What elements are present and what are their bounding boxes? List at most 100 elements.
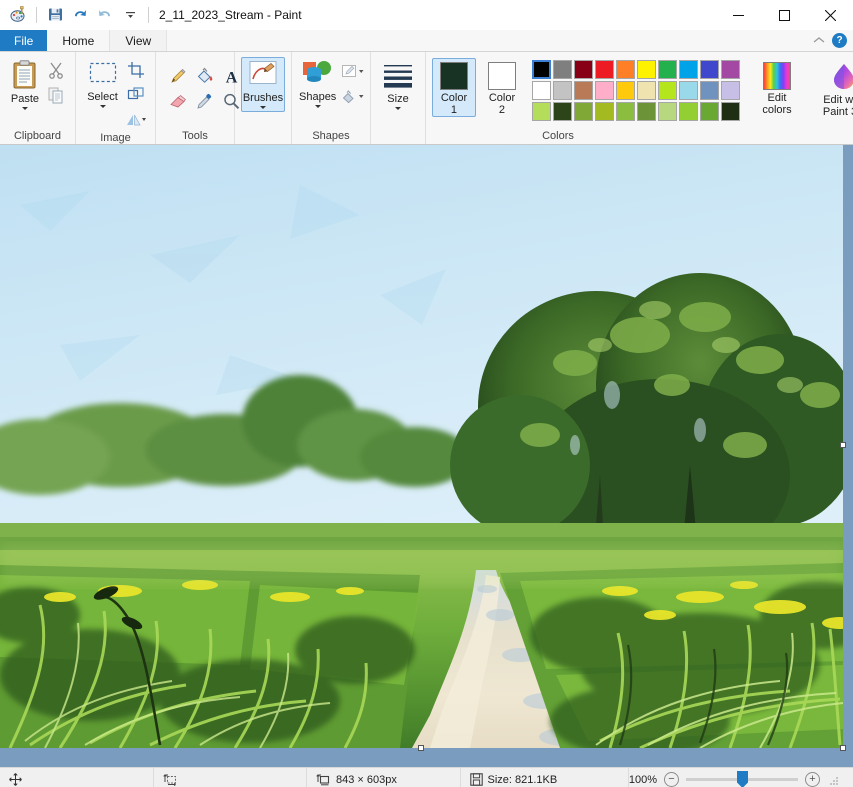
- color-1-swatch[interactable]: [440, 62, 468, 90]
- rotate-button[interactable]: [123, 108, 149, 132]
- paste-caret-icon[interactable]: [22, 107, 28, 110]
- eyedropper-icon: [196, 93, 211, 109]
- palette-swatch[interactable]: [658, 102, 677, 121]
- palette-swatch[interactable]: [679, 81, 698, 100]
- image-size-cell: 843 × 603px: [307, 767, 461, 787]
- rainbow-gradient-icon: [763, 62, 791, 90]
- zoom-in-button[interactable]: +: [805, 772, 820, 787]
- palette-swatch[interactable]: [595, 102, 614, 121]
- paste-label: Paste: [10, 93, 40, 105]
- palette-swatch[interactable]: [595, 60, 614, 79]
- resize-gripper-icon[interactable]: [827, 774, 839, 786]
- palette-swatch[interactable]: [721, 102, 740, 121]
- collapse-ribbon-icon[interactable]: [813, 35, 825, 47]
- save-icon[interactable]: [44, 4, 66, 26]
- shapes-button[interactable]: Shapes: [298, 56, 337, 111]
- crop-icon: [128, 62, 144, 78]
- brushes-caret-icon[interactable]: [260, 106, 266, 109]
- color-2-label-line2: 2: [498, 104, 506, 116]
- palette-swatch[interactable]: [700, 81, 719, 100]
- palette-swatch[interactable]: [574, 81, 593, 100]
- shapes-icon: [302, 61, 331, 82]
- color-2-button[interactable]: Color 2: [480, 58, 524, 117]
- paste-button[interactable]: Paste: [7, 56, 43, 113]
- pencil-tool-button[interactable]: [164, 64, 190, 88]
- color-2-swatch[interactable]: [488, 62, 516, 90]
- palette-swatch[interactable]: [553, 102, 572, 121]
- close-button[interactable]: [807, 0, 853, 30]
- edit-colors-button[interactable]: Edit colors: [754, 58, 800, 117]
- palette-swatch[interactable]: [574, 60, 593, 79]
- help-icon[interactable]: ?: [832, 33, 847, 48]
- palette-swatch[interactable]: [637, 60, 656, 79]
- group-label-tools: Tools: [182, 129, 208, 142]
- eraser-tool-button[interactable]: [164, 89, 190, 113]
- fill-tool-button[interactable]: [191, 64, 217, 88]
- undo-icon[interactable]: [69, 4, 91, 26]
- palette-swatch[interactable]: [721, 81, 740, 100]
- palette-swatch[interactable]: [679, 60, 698, 79]
- image-canvas[interactable]: [0, 145, 846, 751]
- size-label: Size: [387, 93, 409, 105]
- color-1-button[interactable]: Color 1: [432, 58, 476, 117]
- palette-swatch[interactable]: [532, 102, 551, 121]
- minimize-button[interactable]: [715, 0, 761, 30]
- redo-icon[interactable]: [94, 4, 116, 26]
- zoom-slider-thumb[interactable]: [737, 771, 748, 787]
- palette-swatch[interactable]: [616, 81, 635, 100]
- select-caret-icon[interactable]: [99, 105, 106, 108]
- palette-swatch[interactable]: [679, 102, 698, 121]
- maximize-button[interactable]: [761, 0, 807, 30]
- copy-icon: [48, 87, 63, 104]
- palette-swatch[interactable]: [553, 60, 572, 79]
- zoom-out-button[interactable]: −: [664, 772, 679, 787]
- canvas-work-area[interactable]: [0, 145, 853, 767]
- color-1-label-line2: 1: [450, 104, 458, 116]
- palette-swatch[interactable]: [658, 81, 677, 100]
- palette-swatch[interactable]: [700, 60, 719, 79]
- zoom-slider[interactable]: [686, 771, 798, 787]
- palette-swatch[interactable]: [658, 60, 677, 79]
- cursor-position-icon: [9, 773, 22, 786]
- select-button[interactable]: Select: [82, 56, 123, 111]
- shapes-caret-icon[interactable]: [314, 105, 321, 108]
- canvas-resize-handle-right[interactable]: [840, 442, 846, 448]
- tab-view[interactable]: View: [110, 30, 168, 51]
- size-button[interactable]: Size: [377, 58, 419, 113]
- fill-shape-button[interactable]: [337, 85, 369, 109]
- palette-swatch[interactable]: [574, 102, 593, 121]
- palette-swatch[interactable]: [637, 102, 656, 121]
- outline-button[interactable]: [337, 60, 369, 84]
- copy-button[interactable]: [43, 83, 69, 107]
- palette-swatch[interactable]: [637, 81, 656, 100]
- size-caret-icon[interactable]: [395, 107, 401, 110]
- paint3d-teardrop-icon: [834, 64, 853, 89]
- resize-button[interactable]: [123, 83, 149, 107]
- paint-app-icon[interactable]: [7, 4, 29, 26]
- palette-swatch[interactable]: [721, 60, 740, 79]
- palette-swatch[interactable]: [553, 81, 572, 100]
- resize-icon: [127, 87, 144, 100]
- artwork-stream-painting[interactable]: [0, 145, 843, 748]
- image-size-value: 843 × 603px: [336, 773, 397, 786]
- cut-button[interactable]: [43, 58, 69, 82]
- canvas-resize-handle-corner[interactable]: [840, 745, 846, 751]
- palette-swatch[interactable]: [700, 102, 719, 121]
- canvas-resize-handle-bottom[interactable]: [418, 745, 424, 751]
- shapes-label: Shapes: [299, 91, 337, 103]
- paint3d-label-line1: Edit with: [823, 94, 853, 106]
- customize-qat-icon[interactable]: [119, 4, 141, 26]
- tab-file[interactable]: File: [0, 30, 48, 51]
- palette-swatch[interactable]: [532, 81, 551, 100]
- brushes-button[interactable]: Brushes: [241, 57, 285, 112]
- palette-swatch[interactable]: [532, 60, 551, 79]
- palette-swatch[interactable]: [595, 81, 614, 100]
- tab-home[interactable]: Home: [47, 30, 111, 51]
- palette-swatch[interactable]: [616, 102, 635, 121]
- crop-button[interactable]: [123, 58, 149, 82]
- palette-swatch[interactable]: [616, 60, 635, 79]
- clipboard-small-buttons: [43, 56, 69, 107]
- window-controls: [715, 0, 853, 30]
- color-picker-tool-button[interactable]: [191, 89, 217, 113]
- edit-with-paint3d-button[interactable]: Edit with Paint 3D: [814, 58, 853, 119]
